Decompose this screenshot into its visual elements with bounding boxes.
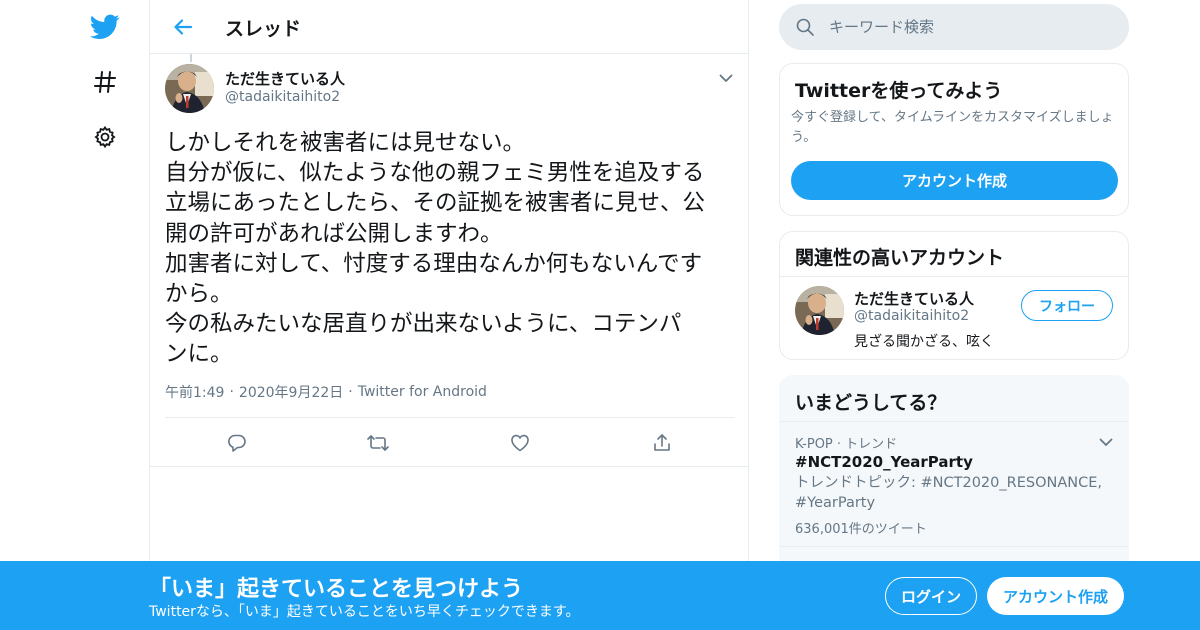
- divider: [780, 546, 1128, 547]
- trend-tweet-count: 636,001件のツイート: [795, 522, 927, 537]
- signup-card-title: Twitterを使ってみよう: [795, 80, 1003, 102]
- tweet-text-line: 立場にあったとしたら、その証拠を被害者に見せ、公: [165, 190, 706, 217]
- tweet-text: しかしそれを被害者には見せない。 自分が仮に、似たような他の親フェミ男性を追及す…: [165, 128, 737, 370]
- trends-title: いまどうしてる？: [795, 392, 947, 414]
- tweet-time[interactable]: 午前1:49: [165, 385, 224, 401]
- tweet-date[interactable]: 2020年9月22日: [239, 385, 343, 401]
- search-box: [779, 4, 1129, 50]
- tweet-text-line: から。: [165, 281, 233, 308]
- signup-button[interactable]: アカウント作成: [987, 577, 1124, 615]
- hashtag-icon[interactable]: [88, 65, 122, 99]
- divider: [150, 466, 748, 467]
- related-account-handle[interactable]: @tadaikitaihito2: [854, 308, 969, 324]
- banner-title: 「いま」起きていることを見つけよう: [149, 577, 524, 602]
- search-icon: [795, 17, 815, 37]
- author-avatar[interactable]: [165, 64, 214, 113]
- trend-context: K-POP · トレンド: [795, 437, 898, 452]
- trends-card: いまどうしてる？ K-POP · トレンド #NCT2020_YearParty…: [779, 375, 1129, 575]
- signup-banner: 「いま」起きていることを見つけよう Twitterなら、「いま」起きていることを…: [0, 561, 1200, 630]
- thread-connector-line: [190, 54, 192, 62]
- left-navigation: [0, 0, 150, 630]
- tweet-actions: [165, 418, 735, 466]
- tweet-text-line: しかしそれを被害者には見せない。: [165, 130, 526, 156]
- create-account-button[interactable]: アカウント作成: [791, 161, 1118, 200]
- like-heart-icon[interactable]: [508, 431, 532, 455]
- trend-item[interactable]: K-POP · トレンド #NCT2020_YearParty トレンドトピック…: [780, 422, 1128, 546]
- tweet-source[interactable]: Twitter for Android: [358, 384, 487, 400]
- chevron-down-icon[interactable]: [716, 68, 736, 88]
- retweet-icon[interactable]: [366, 431, 390, 455]
- main-column: スレッド ただ生きている人 @tadaikitaihito2 しかしそれを被害者…: [149, 0, 749, 630]
- reply-icon[interactable]: [225, 431, 249, 455]
- tweet-text-line: ンに。: [165, 341, 233, 368]
- chevron-down-icon[interactable]: [1096, 432, 1116, 452]
- trend-name[interactable]: #NCT2020_YearParty: [795, 453, 973, 471]
- share-icon[interactable]: [650, 431, 674, 455]
- related-accounts-title: 関連性の高いアカウント: [795, 247, 1005, 269]
- related-account-bio: 見ざる聞かざる、呟く: [854, 334, 994, 350]
- follow-button[interactable]: フォロー: [1021, 290, 1113, 321]
- twitter-bird-icon[interactable]: [88, 10, 122, 44]
- back-arrow-icon[interactable]: [168, 12, 198, 42]
- divider: [780, 276, 1128, 277]
- related-accounts-card: 関連性の高いアカウント ただ生きている人 @tadaikitaihito2 見ざ…: [779, 231, 1129, 360]
- author-handle[interactable]: @tadaikitaihito2: [225, 89, 340, 105]
- page-title: スレッド: [225, 18, 302, 40]
- settings-gear-icon[interactable]: [88, 120, 122, 154]
- related-account-name[interactable]: ただ生きている人: [854, 288, 974, 309]
- tweet-text-line: 開の許可があれば公開しますわ。: [165, 220, 503, 247]
- related-account-avatar[interactable]: [795, 286, 844, 335]
- signup-card-description: 今すぐ登録して、タイムラインをカスタマイズしましょう。: [791, 110, 1114, 145]
- signup-card: Twitterを使ってみよう 今すぐ登録して、タイムラインをカスタマイズしましょ…: [779, 63, 1129, 216]
- meta-separator: ·: [229, 384, 234, 400]
- banner-subtitle: Twitterなら、「いま」起きていることをいち早くチェックできます。: [149, 604, 580, 620]
- meta-separator: ·: [348, 384, 353, 400]
- page-header: スレッド: [150, 0, 748, 54]
- tweet-metadata: 午前1:49 · 2020年9月22日 · Twitter for Android: [165, 382, 487, 402]
- login-button[interactable]: ログイン: [885, 577, 977, 615]
- tweet-text-line: 自分が仮に、似たような他の親フェミ男性を追及する: [165, 160, 705, 187]
- tweet-text-line: 今の私みたいな居直りが出来ないように、コテンパ: [165, 311, 682, 338]
- trend-topic: トレンドトピック: #NCT2020_RESONANCE, #YearParty: [795, 475, 1102, 511]
- author-name[interactable]: ただ生きている人: [225, 68, 345, 89]
- search-input[interactable]: [829, 12, 1109, 42]
- tweet-text-line: 加害者に対して、忖度する理由なんか何もないんです: [165, 250, 703, 277]
